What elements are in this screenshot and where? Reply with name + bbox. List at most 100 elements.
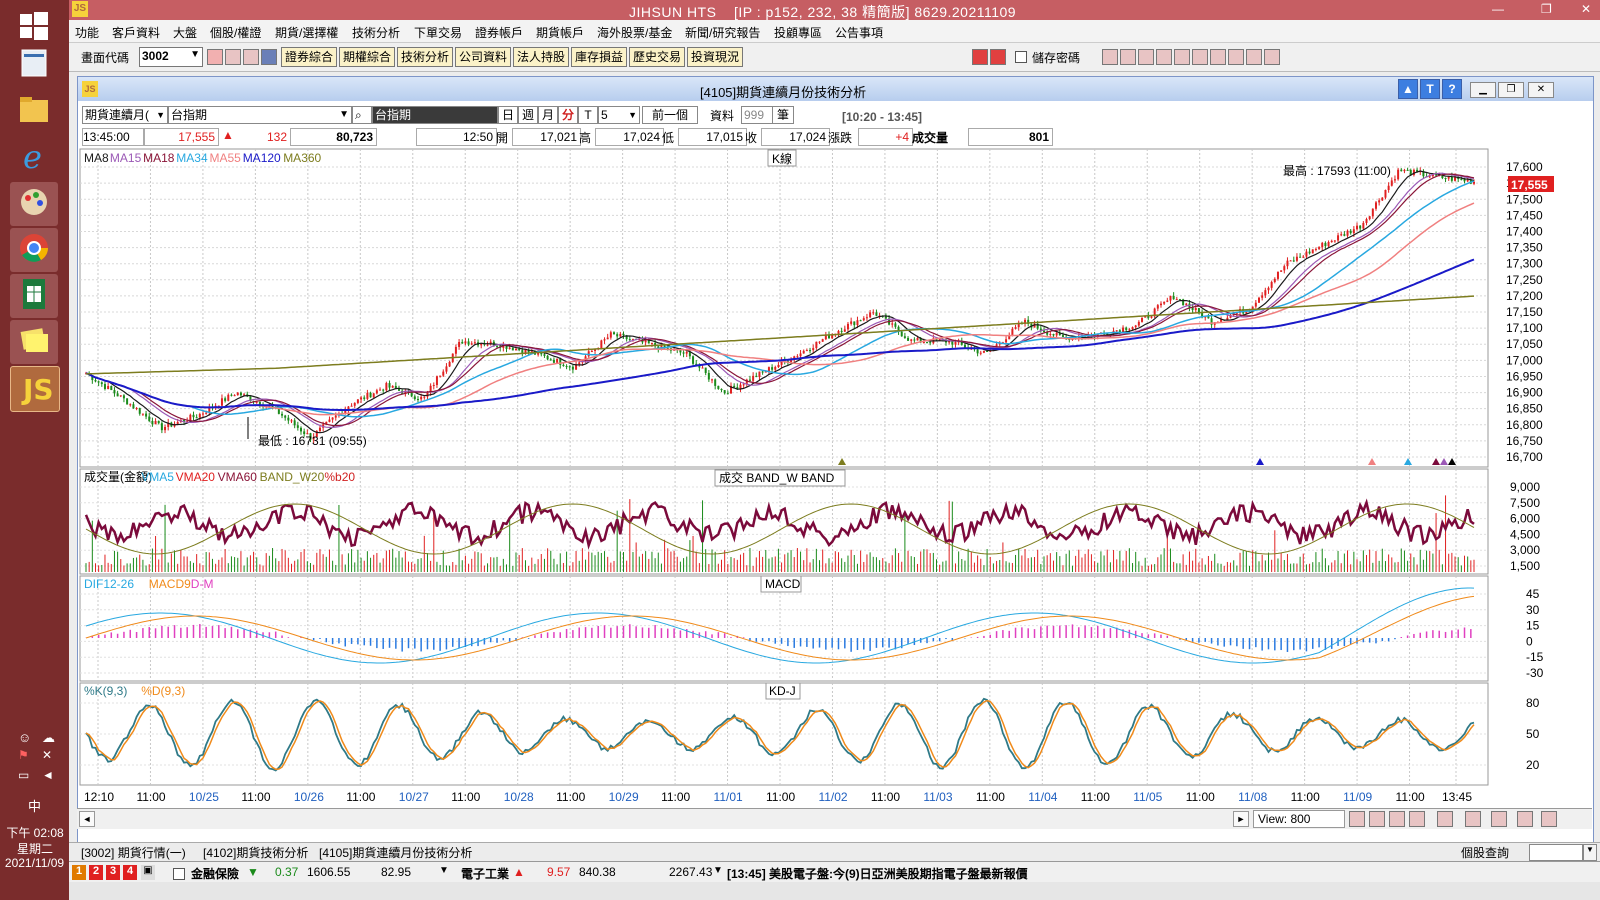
- technical-analysis-button[interactable]: 技術分析: [397, 47, 454, 67]
- candle-body: [1292, 260, 1295, 262]
- chrome-icon[interactable]: [10, 228, 58, 272]
- func-icon-3[interactable]: [1138, 49, 1154, 65]
- menu-overseas[interactable]: 海外股票/基金: [597, 24, 672, 41]
- candle-body: [682, 352, 685, 354]
- futures-options-summary-button[interactable]: 期權綜合: [339, 47, 396, 67]
- menu-futures-account[interactable]: 期貨帳戶: [536, 24, 584, 41]
- dropdown-arrow-icon[interactable]: ▼: [713, 865, 723, 876]
- chart-scrollbar[interactable]: ◄ ► View: 800: [77, 808, 1592, 829]
- institutional-holdings-button[interactable]: 法人持股: [513, 47, 570, 67]
- restore-icon[interactable]: ❐: [1541, 2, 1552, 16]
- ticker-checkbox[interactable]: [173, 868, 185, 880]
- securities-summary-button[interactable]: 證券綜合: [281, 47, 338, 67]
- tool-dropdown-icon[interactable]: [261, 49, 277, 65]
- refresh-icon[interactable]: [1409, 811, 1425, 827]
- tool-icon-1[interactable]: [225, 49, 241, 65]
- tab-3002[interactable]: [3002] 期貨行情(一): [81, 844, 186, 861]
- macd-legend-item: D-M: [191, 577, 214, 591]
- folder-icon[interactable]: [10, 90, 58, 134]
- func-icon-9[interactable]: [1246, 49, 1262, 65]
- minimize-icon[interactable]: —: [1492, 2, 1504, 16]
- scroll-right-icon[interactable]: ►: [1233, 811, 1249, 827]
- pen-icon[interactable]: [1517, 811, 1533, 827]
- tray-flag-icon[interactable]: ⚑: [18, 748, 29, 762]
- copy-icon[interactable]: [1465, 811, 1481, 827]
- investment-status-button[interactable]: 投資現況: [687, 47, 744, 67]
- save-password-checkbox[interactable]: [1015, 51, 1027, 63]
- menu-technical[interactable]: 技術分析: [352, 24, 400, 41]
- lock-icon[interactable]: ▣: [141, 865, 155, 880]
- func-icon-6[interactable]: [1192, 49, 1208, 65]
- tray-user-icon[interactable]: ☺: [18, 730, 31, 745]
- dropdown-arrow-icon[interactable]: ▼: [439, 865, 449, 876]
- func-icon-1[interactable]: [1102, 49, 1118, 65]
- tool-icon-2[interactable]: [243, 49, 259, 65]
- news-ticker[interactable]: [13:45] 美股電子盤:今(9)日亞洲美股期指電子盤最新報價: [727, 865, 1028, 882]
- dropdown-arrow-icon[interactable]: ▼: [190, 49, 200, 60]
- tray-network-icon[interactable]: ✕: [42, 748, 52, 762]
- volume-legend-item: VMA60: [218, 470, 258, 484]
- screen-code-input[interactable]: 3002 ▼: [139, 47, 203, 67]
- close-icon[interactable]: ✕: [1581, 2, 1591, 16]
- menu-order[interactable]: 下單交易: [414, 24, 462, 41]
- inventory-pnl-button[interactable]: 庫存損益: [571, 47, 628, 67]
- menu-announcements[interactable]: 公告事項: [835, 24, 883, 41]
- menu-futures-options[interactable]: 期貨/選擇權: [275, 24, 338, 41]
- tray-cloud-icon[interactable]: ☁: [42, 730, 55, 746]
- candle-body: [518, 348, 521, 351]
- app-window-icon[interactable]: [10, 44, 58, 88]
- func-icon-10[interactable]: [1264, 49, 1280, 65]
- menu-function[interactable]: 功能: [75, 24, 99, 41]
- zoom-tool-icon-2[interactable]: [1369, 811, 1385, 827]
- tab-4105[interactable]: [4105]期貨連續月份技術分析: [319, 844, 472, 861]
- menu-news[interactable]: 新聞/研究報告: [685, 24, 760, 41]
- history-trade-button[interactable]: 歷史交易: [629, 47, 686, 67]
- price-tick-label: 16,850: [1506, 402, 1543, 416]
- tray-monitor-icon[interactable]: ▭: [18, 768, 29, 782]
- menu-market[interactable]: 大盤: [173, 24, 197, 41]
- func-icon-2[interactable]: [1120, 49, 1136, 65]
- tray-volume-icon[interactable]: ◄: [42, 768, 54, 782]
- connect-icon-1[interactable]: [972, 49, 988, 65]
- menu-customer[interactable]: 客戶資料: [112, 24, 160, 41]
- candle-body: [230, 394, 233, 396]
- jihsun-app-icon[interactable]: JS: [10, 366, 60, 412]
- ime-indicator[interactable]: 中: [28, 796, 41, 815]
- candle-body: [126, 398, 129, 405]
- tab-4102[interactable]: [4102]期貨技術分析: [203, 844, 308, 861]
- view-count-box[interactable]: View: 800: [1253, 810, 1345, 828]
- zoom-tool-icon-3[interactable]: [1389, 811, 1405, 827]
- layout-icon[interactable]: [1491, 811, 1507, 827]
- company-data-button[interactable]: 公司資料: [455, 47, 512, 67]
- func-icon-5[interactable]: [1174, 49, 1190, 65]
- notes-icon[interactable]: [10, 320, 58, 364]
- ie-browser-icon[interactable]: e: [10, 136, 58, 180]
- connect-icon-2[interactable]: [990, 49, 1006, 65]
- screen-4-icon[interactable]: 4: [123, 865, 137, 880]
- screen-2-icon[interactable]: 2: [89, 865, 103, 880]
- scroll-left-icon[interactable]: ◄: [79, 811, 95, 827]
- chart-area[interactable]: 17,60017,55017,50017,45017,40017,35017,3…: [78, 77, 1593, 812]
- search-red-icon[interactable]: [207, 49, 223, 65]
- screen-1-icon[interactable]: 1: [72, 865, 86, 880]
- menu-advisory[interactable]: 投顧專區: [774, 24, 822, 41]
- candle-body: [113, 390, 116, 394]
- windows-taskbar: e JS ☺ ☁ ⚑ ✕ ▭ ◄ 中 下午 02:08 星期二 2021/11/…: [0, 0, 69, 900]
- func-icon-4[interactable]: [1156, 49, 1172, 65]
- dropdown-arrow-icon[interactable]: ▼: [1583, 844, 1597, 861]
- func-icon-8[interactable]: [1228, 49, 1244, 65]
- settings-gear-icon[interactable]: [1541, 811, 1557, 827]
- candle-body: [420, 396, 423, 400]
- func-icon-7[interactable]: [1210, 49, 1226, 65]
- menu-stock-warrant[interactable]: 個股/權證: [210, 24, 261, 41]
- spreadsheet-icon[interactable]: [10, 274, 58, 318]
- screen-3-icon[interactable]: 3: [106, 865, 120, 880]
- paint-icon[interactable]: [10, 182, 58, 226]
- x-axis-label: 11/03: [923, 790, 952, 804]
- kd-legend-item: %K(9,3): [84, 684, 127, 698]
- menu-securities-account[interactable]: 證券帳戶: [475, 24, 523, 41]
- stock-query-input[interactable]: [1529, 844, 1583, 861]
- zoom-tool-icon-1[interactable]: [1349, 811, 1365, 827]
- clock-time[interactable]: 下午 02:08: [4, 824, 66, 841]
- indicator-icon[interactable]: [1437, 811, 1453, 827]
